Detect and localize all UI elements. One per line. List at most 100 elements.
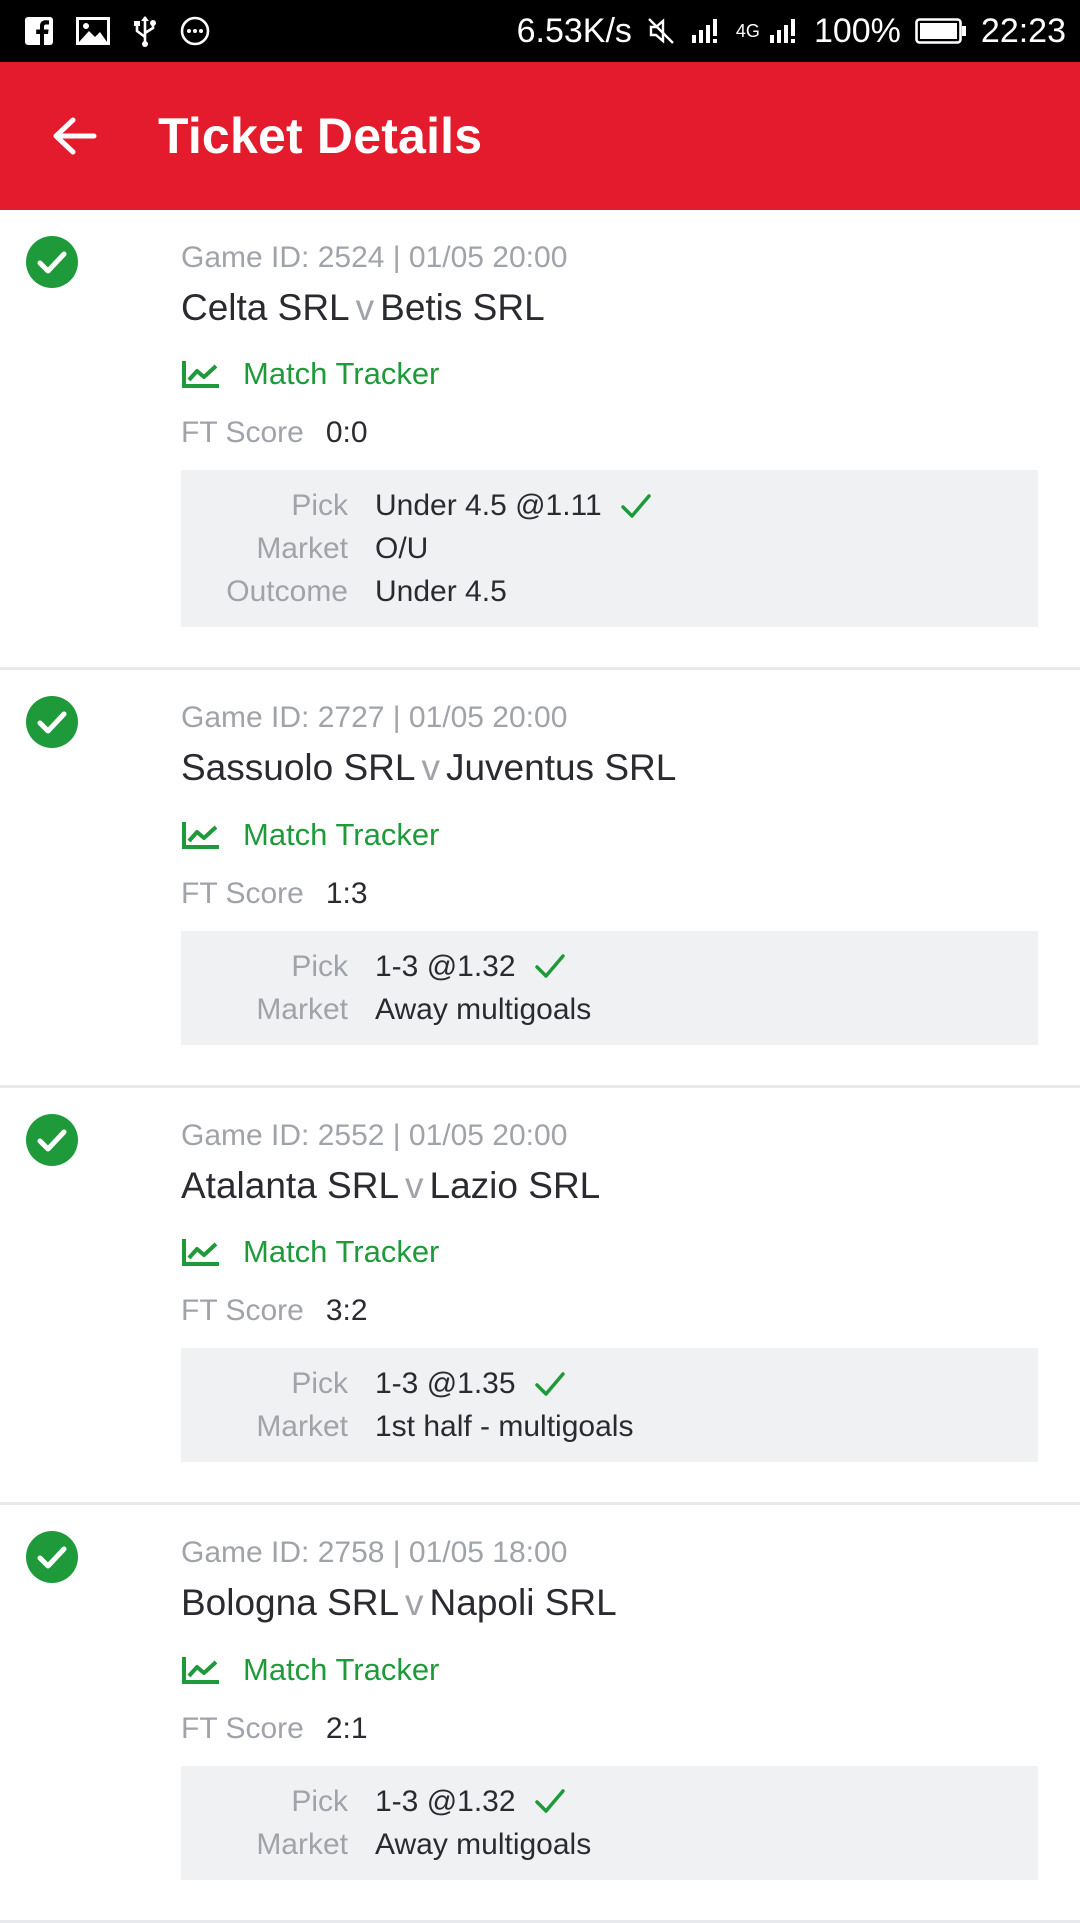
match-tracker-link[interactable]: Match Tracker [181, 817, 439, 853]
clock: 22:23 [980, 12, 1066, 50]
app-bar: Ticket Details [0, 62, 1080, 210]
ticket-card: Game ID: 2758 | 01/05 18:00 Bologna SRL v… [0, 1505, 1080, 1923]
detail-label: Outcome [226, 575, 348, 609]
check-icon [534, 954, 565, 979]
ft-score-value: 3:2 [325, 1294, 368, 1328]
detail-value: Away multigoals [375, 992, 592, 1026]
away-team: Lazio SRL [429, 1164, 601, 1206]
facebook-icon [24, 16, 54, 46]
pick-value: 1-3 @1.32 [375, 1784, 516, 1818]
away-team: Juventus SRL [445, 747, 677, 789]
game-info: Game ID: 2758 | 01/05 18:00 [181, 1536, 568, 1570]
game-info: Game ID: 2727 | 01/05 20:00 [181, 701, 568, 735]
detail-value: 1-3 @1.35 [375, 1362, 566, 1405]
detail-row: Pick 1-3 @1.32 [181, 945, 1038, 988]
pick-value: 1-3 @1.32 [375, 949, 516, 983]
match-teams: Celta SRL v Betis SRL [181, 286, 1038, 330]
detail-row: Outcome Under 4.5 [181, 570, 1038, 613]
ft-score: FT Score 0:0 [181, 416, 1038, 450]
detail-value: Away multigoals [375, 1827, 592, 1861]
match-tracker-link[interactable]: Match Tracker [181, 1234, 439, 1270]
match-teams: Bologna SRL v Napoli SRL [181, 1581, 1038, 1625]
battery-percent: 100% [813, 12, 901, 50]
ft-score-label: FT Score [181, 876, 304, 910]
more-circle-icon [180, 16, 210, 46]
network-type: 4G [735, 21, 760, 41]
ft-score-label: FT Score [181, 416, 304, 450]
detail-value: Under 4.5 @1.11 [375, 484, 652, 527]
ft-score: FT Score 1:3 [181, 877, 1038, 911]
network-speed: 6.53K/s [516, 12, 632, 50]
ticket-list: Game ID: 2524 | 01/05 20:00 Celta SRL v Be… [0, 210, 1080, 1923]
match-teams: Atalanta SRL v Lazio SRL [181, 1164, 1038, 1208]
pick-value: Under 4.5 @1.11 [375, 489, 602, 523]
detail-label: Pick [291, 949, 348, 983]
home-team: Bologna SRL [181, 1582, 400, 1624]
check-circle-icon [26, 1531, 78, 1584]
versus-label: v [355, 287, 375, 328]
ft-score: FT Score 3:2 [181, 1294, 1038, 1328]
chart-line-icon [182, 1239, 219, 1267]
detail-value: O/U [375, 532, 429, 566]
match-tracker-label: Match Tracker [243, 356, 440, 392]
image-icon [76, 17, 110, 45]
match-tracker-label: Match Tracker [243, 1651, 440, 1687]
game-info: Game ID: 2552 | 01/05 20:00 [181, 1118, 568, 1152]
detail-row: Pick Under 4.5 @1.11 [181, 484, 1038, 527]
detail-label: Pick [291, 1784, 348, 1818]
home-team: Sassuolo SRL [181, 747, 416, 789]
match-tracker-link[interactable]: Match Tracker [181, 356, 439, 392]
detail-label: Market [256, 1827, 348, 1861]
ft-score-label: FT Score [181, 1294, 304, 1328]
check-circle-icon [26, 236, 78, 288]
battery-icon [915, 17, 967, 45]
detail-row: Market Away multigoals [181, 1823, 1038, 1866]
detail-row: Market O/U [181, 527, 1038, 570]
signal-4g-icon [768, 17, 800, 45]
pick-details: Pick Under 4.5 @1.11 Market O/U Outcome … [181, 470, 1038, 628]
status-bar: 6.53K/s 4G 100% 22:23 [0, 0, 1080, 62]
ft-score-label: FT Score [181, 1711, 304, 1745]
versus-label: v [421, 747, 440, 789]
detail-label: Market [256, 1410, 348, 1444]
detail-value: 1-3 @1.32 [375, 945, 566, 988]
detail-label: Pick [291, 1367, 348, 1401]
home-team: Celta SRL [181, 287, 350, 328]
home-team: Atalanta SRL [181, 1164, 400, 1206]
chart-line-icon [182, 361, 219, 389]
detail-value: 1-3 @1.32 [375, 1780, 566, 1823]
detail-row: Pick 1-3 @1.35 [181, 1362, 1038, 1405]
check-circle-icon [26, 696, 78, 749]
ticket-card: Game ID: 2727 | 01/05 20:00 Sassuolo SRL… [0, 670, 1080, 1088]
pick-details: Pick 1-3 @1.35 Market 1st half - multigo… [181, 1348, 1038, 1463]
match-tracker-label: Match Tracker [243, 1234, 440, 1270]
mute-icon [646, 16, 676, 46]
ft-score: FT Score 2:1 [181, 1712, 1038, 1746]
detail-row: Market 1st half - multigoals [181, 1405, 1038, 1448]
ft-score-value: 1:3 [325, 876, 368, 910]
detail-label: Market [256, 532, 348, 566]
chart-line-icon [182, 1656, 219, 1684]
check-icon [534, 1371, 565, 1396]
check-icon [534, 1789, 565, 1813]
check-circle-icon [26, 1113, 78, 1166]
match-tracker-link[interactable]: Match Tracker [181, 1652, 439, 1688]
page-title: Ticket Details [158, 108, 483, 164]
pick-value: 1-3 @1.35 [375, 1367, 516, 1401]
ticket-card: Game ID: 2524 | 01/05 20:00 Celta SRL v Be… [0, 210, 1080, 671]
versus-label: v [405, 1582, 424, 1624]
pick-details: Pick 1-3 @1.32 Market Away multigoals [181, 930, 1038, 1045]
away-team: Betis SRL [380, 287, 545, 328]
detail-value: Under 4.5 [375, 575, 507, 609]
signal-icon [690, 17, 722, 45]
detail-label: Market [256, 992, 348, 1026]
back-button[interactable] [0, 62, 148, 210]
match-tracker-label: Match Tracker [243, 816, 440, 852]
pick-details: Pick 1-3 @1.32 Market Away multigoals [181, 1765, 1038, 1880]
status-bar-left [24, 15, 210, 47]
versus-label: v [405, 1164, 424, 1206]
usb-icon [132, 15, 158, 47]
ft-score-value: 0:0 [325, 416, 368, 450]
chart-line-icon [182, 821, 219, 849]
check-icon [620, 494, 651, 518]
